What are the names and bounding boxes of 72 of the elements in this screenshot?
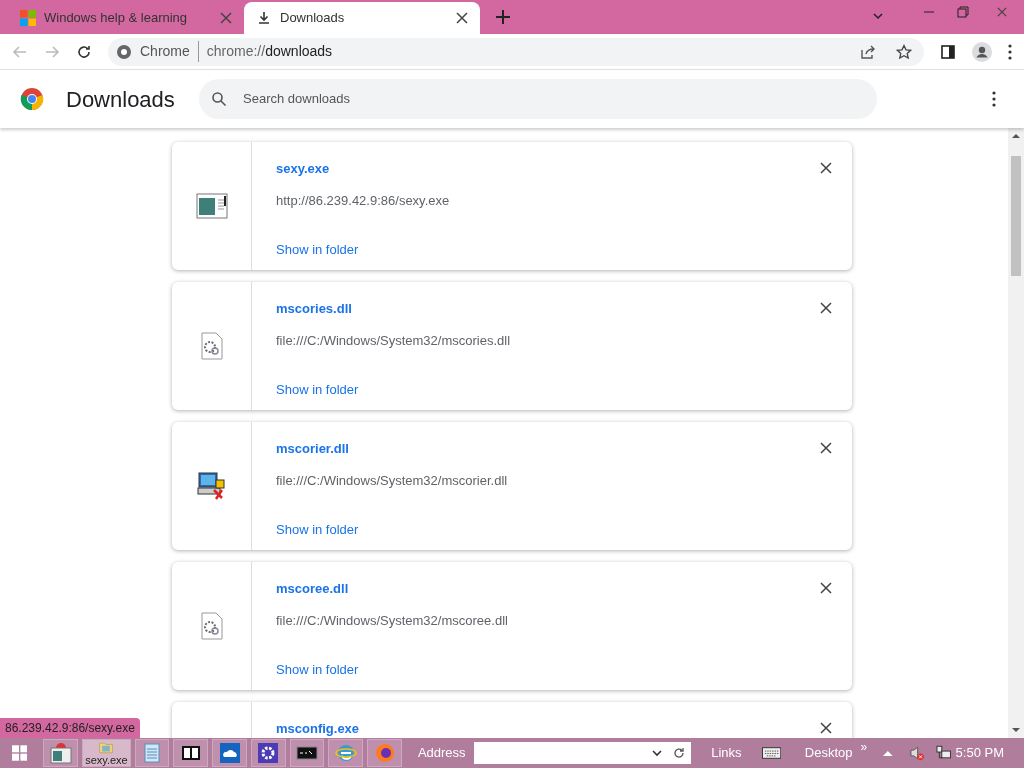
settings-icon[interactable] [257,742,280,764]
close-icon[interactable] [820,162,832,174]
cloud-icon[interactable] [218,742,241,764]
side-panel-icon[interactable] [940,43,956,60]
taskbar-label: sexy.exe [85,754,128,766]
download-icon [256,10,272,26]
toolbar-chevron[interactable]: » [860,738,868,756]
taskbar-button[interactable] [250,739,286,767]
search-icon [211,91,227,107]
gear-file-icon [199,612,224,640]
network-icon[interactable] [936,745,952,761]
more-menu-icon[interactable] [1008,43,1012,60]
windows-logo-icon [20,10,36,26]
new-tab-icon[interactable] [496,10,510,24]
scroll-up-icon[interactable] [1012,132,1020,140]
gear-file-icon [199,332,224,360]
browser-tab[interactable]: Windows help & learning [8,2,244,34]
tab-title: Windows help & learning [44,9,189,28]
file-source-url: file:///C:/Windows/System32/mscories.dll [276,331,512,350]
close-icon[interactable] [820,722,832,734]
clock-time[interactable]: 5:50 PM [955,743,1004,763]
address-field[interactable] [473,742,692,764]
scrollbar[interactable] [1008,128,1024,738]
browser-tab[interactable]: Downloads [244,2,480,34]
close-icon[interactable] [820,582,832,594]
dropdown-icon[interactable] [651,747,664,759]
file-name-link[interactable]: mscoree.dll [276,579,349,599]
browser-window-icon[interactable] [49,742,72,764]
page-title: Downloads [66,85,176,114]
muted-speaker-icon[interactable] [908,745,925,761]
close-icon[interactable] [456,12,468,24]
search-input[interactable]: Search downloads [243,89,865,109]
application-file-icon [195,192,228,220]
chevron-down-icon[interactable] [872,10,884,22]
share-icon[interactable] [860,43,876,60]
start-windows-icon[interactable] [12,745,28,761]
search-field[interactable]: Search downloads [199,79,877,119]
taskbar-button[interactable]: sexy.exe [82,739,131,767]
address-bar[interactable]: Chrome chrome://downloads [108,37,924,66]
more-menu-icon[interactable] [992,91,996,107]
file-name-link[interactable]: sexy.exe [276,159,330,179]
show-in-folder-link[interactable]: Show in folder [276,240,359,260]
scroll-down-icon[interactable] [1012,726,1020,734]
fox-browser-icon[interactable] [373,742,396,764]
reload-icon[interactable] [76,43,92,60]
file-name-link[interactable]: msconfig.exe [276,719,360,738]
keyboard-icon[interactable] [761,747,781,759]
status-bubble: 86.239.42.9:86/sexy.exe [0,718,140,738]
computer-setup-icon [195,470,228,502]
close-icon[interactable] [820,302,832,314]
star-icon[interactable] [896,43,912,60]
file-name-link[interactable]: mscorier.dll [276,439,349,459]
taskbar-button[interactable] [289,739,325,767]
show-in-folder-link[interactable]: Show in folder [276,520,359,540]
show-in-folder-link[interactable]: Show in folder [276,660,359,680]
tab-title: Downloads [280,9,346,28]
address-label: Address [417,744,466,763]
close-icon[interactable] [820,442,832,454]
file-source-url: file:///C:/Windows/System32/mscorier.dll [276,471,509,490]
refresh-icon[interactable] [673,747,686,759]
tray-arrow-icon[interactable] [883,749,893,757]
desktop-label[interactable]: Desktop [804,743,853,763]
taskbar-button[interactable] [173,739,209,767]
scrollbar-thumb[interactable] [1011,156,1021,276]
links-label[interactable]: Links [711,743,742,763]
show-in-folder-link[interactable]: Show in folder [276,380,359,400]
file-source-url: file:///C:/Windows/System32/mscoree.dll [276,611,509,630]
site-label: Chrome [140,41,199,62]
url-text: chrome://downloads [206,42,333,61]
profile-avatar-icon[interactable] [972,41,992,62]
file-name-link[interactable]: mscories.dll [276,299,352,319]
file-source-url: http://86.239.42.9:86/sexy.exe [276,191,451,210]
